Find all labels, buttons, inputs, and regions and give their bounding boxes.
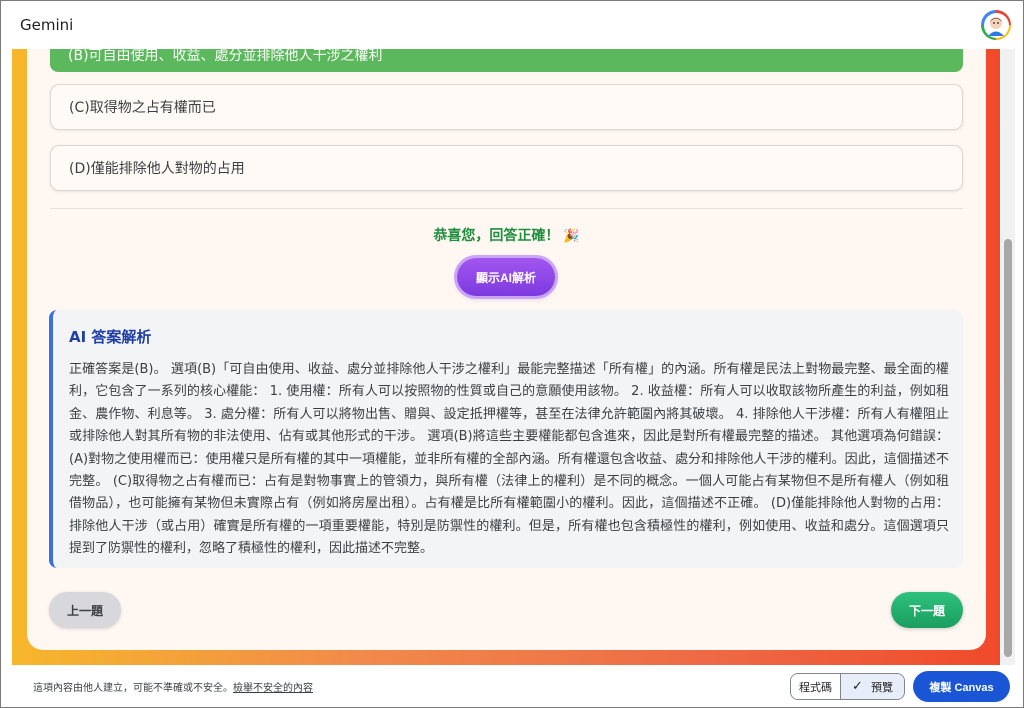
- option-b-label: (B)可自由使用、收益、處分並排除他人干涉之權利: [68, 49, 383, 64]
- footer-bar: 這項內容由他人建立，可能不準確或不安全。檢舉不安全的內容 程式碼 ✓ 預覽 複製…: [1, 665, 1023, 707]
- avatar-face-icon: [983, 12, 1009, 38]
- option-d-label: (D)僅能排除他人對物的占用: [69, 161, 245, 177]
- congrats-message: 恭喜您，回答正確！ 🎉: [27, 225, 986, 245]
- show-ai-analysis-button[interactable]: 顯示AI解析: [457, 258, 555, 296]
- party-popper-icon: 🎉: [563, 229, 580, 244]
- code-tab[interactable]: 程式碼: [791, 674, 841, 699]
- scrollbar[interactable]: [1001, 49, 1015, 665]
- scrollbar-thumb[interactable]: [1004, 239, 1012, 657]
- disclaimer: 這項內容由他人建立，可能不準確或不安全。檢舉不安全的內容: [33, 679, 313, 694]
- disclaimer-text: 這項內容由他人建立，可能不準確或不安全。: [33, 683, 233, 694]
- quiz-card: (B)可自由使用、收益、處分並排除他人干涉之權利 (C)取得物之占有權而已 (D…: [27, 49, 986, 650]
- ai-analysis-panel: AI 答案解析 正確答案是(B)。 選項(B)「可自由使用、收益、處分並排除他人…: [49, 310, 963, 568]
- view-toggle: 程式碼 ✓ 預覽: [790, 673, 905, 700]
- report-unsafe-link[interactable]: 檢舉不安全的內容: [233, 683, 313, 694]
- divider: [50, 208, 963, 209]
- next-question-button[interactable]: 下一題: [891, 592, 963, 628]
- check-icon: ✓: [852, 679, 863, 694]
- preview-tab[interactable]: ✓ 預覽: [841, 674, 904, 699]
- preview-tab-label: 預覽: [870, 680, 893, 694]
- previous-question-button[interactable]: 上一題: [49, 592, 121, 628]
- option-c-label: (C)取得物之占有權而已: [69, 100, 216, 116]
- option-b-correct[interactable]: (B)可自由使用、收益、處分並排除他人干涉之權利: [50, 49, 963, 72]
- avatar[interactable]: [981, 10, 1011, 40]
- analysis-title: AI 答案解析: [69, 328, 152, 346]
- analysis-body: 正確答案是(B)。 選項(B)「可自由使用、收益、處分並排除他人干涉之權利」最能…: [69, 362, 949, 557]
- copy-canvas-button[interactable]: 複製 Canvas: [913, 671, 1010, 702]
- top-bar: Gemini: [1, 1, 1023, 49]
- option-c[interactable]: (C)取得物之占有權而已: [50, 84, 963, 130]
- app-title: Gemini: [20, 16, 74, 34]
- congrats-text: 恭喜您，回答正確！: [433, 228, 560, 244]
- option-d[interactable]: (D)僅能排除他人對物的占用: [50, 145, 963, 191]
